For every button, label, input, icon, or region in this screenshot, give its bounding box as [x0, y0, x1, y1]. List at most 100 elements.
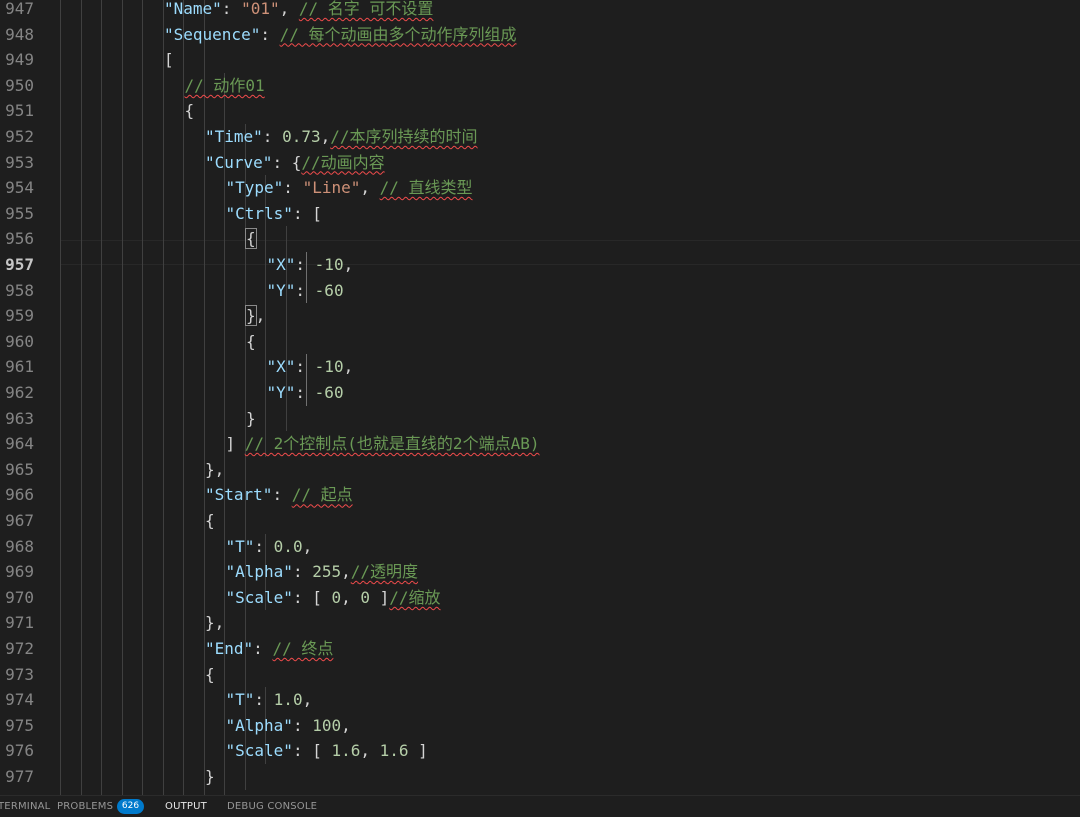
- code-line[interactable]: 956 {: [0, 226, 1080, 252]
- code-line[interactable]: 974 "T": 1.0,: [0, 687, 1080, 713]
- code-line[interactable]: 977}: [0, 764, 1080, 790]
- json-key: "Sequence": [164, 24, 261, 44]
- code-line[interactable]: 970 "Scale": [ 0, 0 ]//缩放: [0, 585, 1080, 611]
- code-line[interactable]: 963}: [0, 406, 1080, 432]
- code-text[interactable]: "Name": "01", // 名字 可不设置: [164, 0, 433, 22]
- code-line[interactable]: 949 [: [0, 47, 1080, 73]
- code-text[interactable]: "End": // 终点: [205, 636, 333, 662]
- code-text[interactable]: "T": 1.0,: [226, 687, 313, 713]
- code-line[interactable]: 959},: [0, 303, 1080, 329]
- code-text[interactable]: "Alpha": 100,: [226, 713, 351, 739]
- code-text[interactable]: {: [205, 662, 215, 688]
- tab-debug-console[interactable]: DEBUG CONSOLE: [227, 796, 317, 817]
- punctuation: :: [254, 536, 274, 556]
- punctuation: {: [205, 511, 215, 530]
- tab-output[interactable]: OUTPUT: [165, 796, 207, 817]
- code-line[interactable]: 947 "Name": "01", // 名字 可不设置: [0, 0, 1080, 22]
- line-number: 958: [5, 280, 34, 300]
- line-number: 956: [5, 229, 34, 249]
- code-text[interactable]: {: [185, 98, 195, 124]
- code-text[interactable]: {: [205, 508, 215, 534]
- code-text[interactable]: ] // 2个控制点(也就是直线的2个端点AB): [226, 431, 540, 457]
- code-text[interactable]: "Sequence": // 每个动画由多个动作序列组成: [164, 22, 517, 48]
- json-key: "X": [266, 255, 296, 274]
- json-key: "Alpha": [225, 562, 293, 582]
- code-comment: // 直线类型: [379, 178, 473, 198]
- code-line[interactable]: 964 ] // 2个控制点(也就是直线的2个端点AB): [0, 431, 1080, 457]
- code-text[interactable]: },: [245, 303, 265, 329]
- number-value: 0.0: [273, 536, 303, 556]
- code-line[interactable]: 969 "Alpha": 255,//透明度: [0, 559, 1080, 585]
- number-value: 100: [312, 715, 342, 735]
- code-line[interactable]: 950 // 动作01: [0, 73, 1080, 99]
- punctuation: ,: [279, 0, 299, 18]
- code-line[interactable]: 960 {: [0, 329, 1080, 355]
- json-key: "Curve": [205, 152, 273, 172]
- code-line[interactable]: 972 "End": // 终点: [0, 636, 1080, 662]
- code-text[interactable]: },: [205, 610, 224, 636]
- code-text[interactable]: "Y": -60: [267, 380, 344, 406]
- code-text[interactable]: },: [205, 457, 224, 483]
- code-line[interactable]: 952 "Time": 0.73,//本序列持续的时间: [0, 124, 1080, 150]
- problems-count-badge: 626: [117, 799, 144, 814]
- code-line[interactable]: 961 "X": -10,: [0, 354, 1080, 380]
- number-value: 255: [312, 562, 342, 582]
- code-line[interactable]: 948 "Sequence": // 每个动画由多个动作序列组成: [0, 22, 1080, 48]
- json-key: "T": [225, 536, 255, 556]
- line-number: 974: [5, 690, 34, 710]
- code-text[interactable]: "T": 0.0,: [226, 534, 313, 560]
- code-text[interactable]: "X": -10,: [267, 354, 354, 380]
- tab-terminal[interactable]: TERMINAL: [0, 796, 50, 817]
- code-line[interactable]: 957 "X": -10,: [0, 252, 1080, 278]
- code-line[interactable]: 965},: [0, 457, 1080, 483]
- code-text[interactable]: "Alpha": 255,//透明度: [226, 559, 419, 585]
- code-text[interactable]: "Time": 0.73,//本序列持续的时间: [205, 124, 478, 150]
- code-line[interactable]: 953 "Curve": {//动画内容: [0, 150, 1080, 176]
- code-text[interactable]: "Scale": [ 0, 0 ]//缩放: [226, 585, 441, 611]
- number-value: 1.0: [273, 690, 303, 710]
- punctuation: : [: [292, 741, 332, 761]
- code-line[interactable]: 976 "Scale": [ 1.6, 1.6 ]: [0, 738, 1080, 764]
- code-text[interactable]: [: [164, 47, 174, 73]
- code-text[interactable]: {: [245, 226, 257, 252]
- line-number: 967: [5, 511, 34, 530]
- code-line[interactable]: 966 "Start": // 起点: [0, 482, 1080, 508]
- code-text[interactable]: "Y": -60: [267, 278, 344, 304]
- line-number: 968: [5, 536, 34, 556]
- line-number: 964: [5, 434, 34, 454]
- code-comment: //动画内容: [301, 152, 385, 172]
- code-text[interactable]: }: [205, 764, 215, 790]
- code-comment: // 每个动画由多个动作序列组成: [279, 24, 517, 44]
- punctuation: :: [262, 127, 283, 146]
- code-line[interactable]: 973 {: [0, 662, 1080, 688]
- code-line[interactable]: 955 "Ctrls": [: [0, 201, 1080, 227]
- code-text[interactable]: "Scale": [ 1.6, 1.6 ]: [226, 738, 428, 764]
- code-comment: // 2个控制点(也就是直线的2个端点AB): [244, 434, 540, 454]
- code-text[interactable]: "Curve": {//动画内容: [205, 150, 385, 176]
- punctuation: :: [283, 178, 303, 198]
- json-key: "Name": [164, 0, 222, 18]
- punctuation: ,: [360, 178, 380, 198]
- code-line[interactable]: 954 "Type": "Line", // 直线类型: [0, 175, 1080, 201]
- code-editor[interactable]: 947 "Name": "01", // 名字 可不设置 948 "Sequence"…: [0, 0, 1080, 795]
- code-text[interactable]: // 动作01: [185, 73, 265, 99]
- code-line[interactable]: 958 "Y": -60: [0, 278, 1080, 304]
- code-line[interactable]: 975 "Alpha": 100,: [0, 713, 1080, 739]
- code-text[interactable]: {: [246, 329, 256, 355]
- line-number: 977: [5, 767, 34, 786]
- punctuation: :: [292, 562, 313, 582]
- code-line[interactable]: 968 "T": 0.0,: [0, 534, 1080, 560]
- json-key: "Start": [205, 485, 273, 505]
- code-text[interactable]: "Type": "Line", // 直线类型: [226, 175, 473, 201]
- string-value: "Line": [302, 178, 361, 198]
- code-text[interactable]: "X": -10,: [267, 252, 354, 278]
- code-text[interactable]: "Ctrls": [: [226, 201, 322, 227]
- line-number: 963: [5, 408, 34, 428]
- code-text[interactable]: "Start": // 起点: [205, 482, 353, 508]
- code-text[interactable]: }: [246, 406, 256, 432]
- tab-problems[interactable]: PROBLEMS: [57, 796, 113, 817]
- code-line[interactable]: 967 {: [0, 508, 1080, 534]
- code-line[interactable]: 971},: [0, 610, 1080, 636]
- code-line[interactable]: 962 "Y": -60: [0, 380, 1080, 406]
- code-line[interactable]: 951 {: [0, 98, 1080, 124]
